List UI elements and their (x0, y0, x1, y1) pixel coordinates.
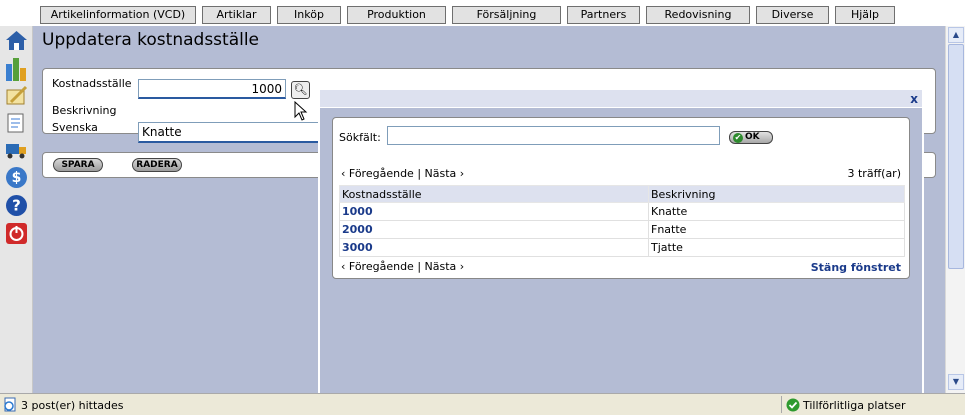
close-window-link[interactable]: Stäng fönstret (811, 261, 901, 274)
trusted-zone-icon (786, 398, 800, 412)
home-icon[interactable] (5, 29, 28, 52)
ok-button[interactable]: ✔ OK (729, 131, 773, 144)
scroll-thumb[interactable] (948, 44, 964, 269)
swedish-label: Svenska (52, 121, 98, 134)
magnifier-icon: 🔍︎ (293, 83, 308, 96)
hit-count: 3 träff(ar) (847, 167, 902, 180)
page-icon (4, 397, 16, 412)
dollar-icon[interactable]: $ (5, 166, 28, 189)
description-label: Beskrivning (52, 104, 117, 117)
status-bar: 3 post(er) hittades Tillförlitliga plats… (0, 393, 965, 415)
document-icon[interactable] (5, 111, 28, 134)
cost-center-code-link[interactable]: 2000 (339, 220, 649, 239)
help-icon[interactable]: ? (5, 194, 28, 217)
mouse-cursor-icon (294, 101, 308, 121)
next-link[interactable]: Nästa › (425, 260, 465, 273)
table-header-row: Kostnadsställe Beskrivning (339, 185, 905, 203)
tab-diverse[interactable]: Diverse (756, 6, 829, 24)
lookup-panel: Sökfält: ✔ OK ‹ Föregående | Nästa › 3 t… (332, 117, 910, 279)
ok-label: OK (745, 132, 760, 142)
description-cell: Fnatte (648, 220, 905, 239)
cost-center-label: Kostnadsställe (52, 77, 132, 90)
prev-link[interactable]: ‹ Föregående (341, 167, 414, 180)
check-icon: ✔ (733, 133, 743, 143)
notepad-icon[interactable] (5, 84, 28, 107)
table-row[interactable]: 3000 Tjatte (339, 238, 905, 257)
tab-forsaljning[interactable]: Försäljning (452, 6, 561, 24)
scroll-down-icon[interactable]: ▼ (948, 374, 964, 390)
cost-center-code-link[interactable]: 1000 (339, 202, 649, 221)
table-row[interactable]: 2000 Fnatte (339, 220, 905, 239)
search-input[interactable] (387, 126, 720, 145)
power-icon[interactable] (5, 222, 28, 245)
column-header: Beskrivning (648, 185, 905, 203)
results-table: Kostnadsställe Beskrivning 1000 Knatte 2… (339, 185, 905, 257)
description-cell: Knatte (648, 202, 905, 221)
delete-button[interactable]: RADERA (132, 158, 182, 172)
svg-text:$: $ (12, 170, 22, 186)
table-row[interactable]: 1000 Knatte (339, 202, 905, 221)
cost-center-input[interactable] (138, 79, 286, 99)
pager-bottom: ‹ Föregående | Nästa › (341, 260, 464, 273)
description-cell: Tjatte (648, 238, 905, 257)
left-icon-rail: $ ? (0, 26, 33, 393)
page-title: Uppdatera kostnadsställe (42, 30, 260, 50)
popup-close-button[interactable]: x (910, 92, 918, 106)
pager-separator: | (417, 167, 422, 180)
chart-icon[interactable] (5, 56, 28, 81)
prev-link[interactable]: ‹ Föregående (341, 260, 414, 273)
save-button[interactable]: SPARA (53, 158, 103, 172)
tab-artikelinformation[interactable]: Artikelinformation (VCD) (40, 6, 196, 24)
svg-text:?: ? (12, 197, 21, 215)
top-menu-bar: Artikelinformation (VCD) Artiklar Inköp … (0, 0, 965, 26)
swedish-description-input[interactable] (138, 122, 319, 143)
vertical-scrollbar[interactable]: ▲ ▼ (945, 26, 965, 393)
column-header: Kostnadsställe (339, 185, 649, 203)
lookup-popup: x Sökfält: ✔ OK ‹ Föregående | Nästa › 3… (318, 90, 924, 393)
popup-header: x (320, 90, 922, 108)
tab-partners[interactable]: Partners (567, 6, 640, 24)
next-link[interactable]: Nästa › (425, 167, 465, 180)
security-zone: Tillförlitliga platser (803, 399, 906, 412)
cost-center-code-link[interactable]: 3000 (339, 238, 649, 257)
tab-artiklar[interactable]: Artiklar (202, 6, 271, 24)
tab-produktion[interactable]: Produktion (347, 6, 446, 24)
truck-icon[interactable] (5, 138, 28, 161)
lookup-button[interactable]: 🔍︎ (291, 81, 310, 99)
pager-separator: | (417, 260, 422, 273)
search-label: Sökfält: (339, 131, 381, 144)
tab-redovisning[interactable]: Redovisning (646, 6, 750, 24)
pager-top: ‹ Föregående | Nästa › (341, 167, 464, 180)
status-divider (781, 396, 782, 413)
tab-hjalp[interactable]: Hjälp (835, 6, 895, 24)
scroll-up-icon[interactable]: ▲ (948, 27, 964, 43)
status-message: 3 post(er) hittades (21, 399, 124, 412)
tab-inkop[interactable]: Inköp (277, 6, 341, 24)
